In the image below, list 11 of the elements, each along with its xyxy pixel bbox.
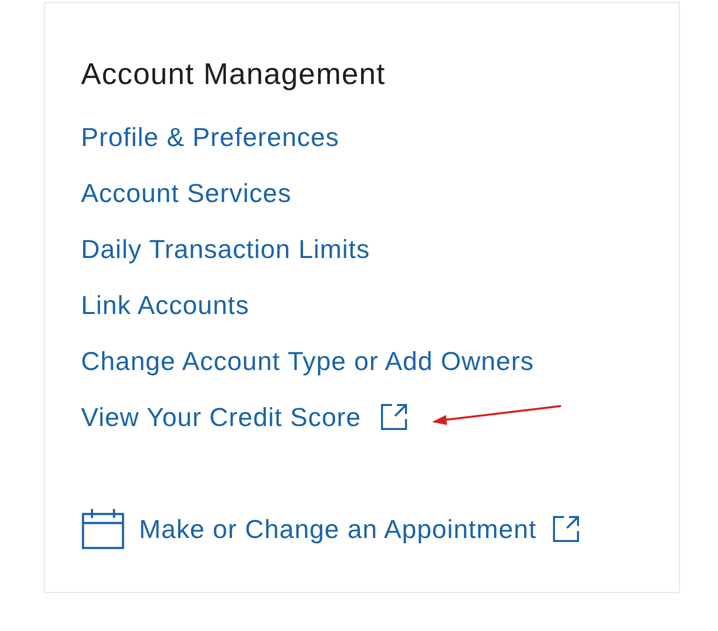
external-link-icon	[379, 402, 410, 432]
appointment-link[interactable]: Make or Change an Appointment	[139, 513, 537, 545]
external-link-icon	[550, 514, 581, 544]
menu-link[interactable]: Link Accounts	[81, 289, 250, 321]
calendar-icon	[81, 508, 125, 550]
menu-link[interactable]: Account Services	[81, 177, 292, 209]
menu-link[interactable]: View Your Credit Score	[81, 401, 362, 433]
section-title: Account Management	[81, 57, 386, 93]
menu-link[interactable]: Profile & Preferences	[81, 121, 340, 153]
menu-link[interactable]: Daily Transaction Limits	[81, 233, 370, 265]
menu-link[interactable]: Change Account Type or Add Owners	[81, 345, 534, 377]
